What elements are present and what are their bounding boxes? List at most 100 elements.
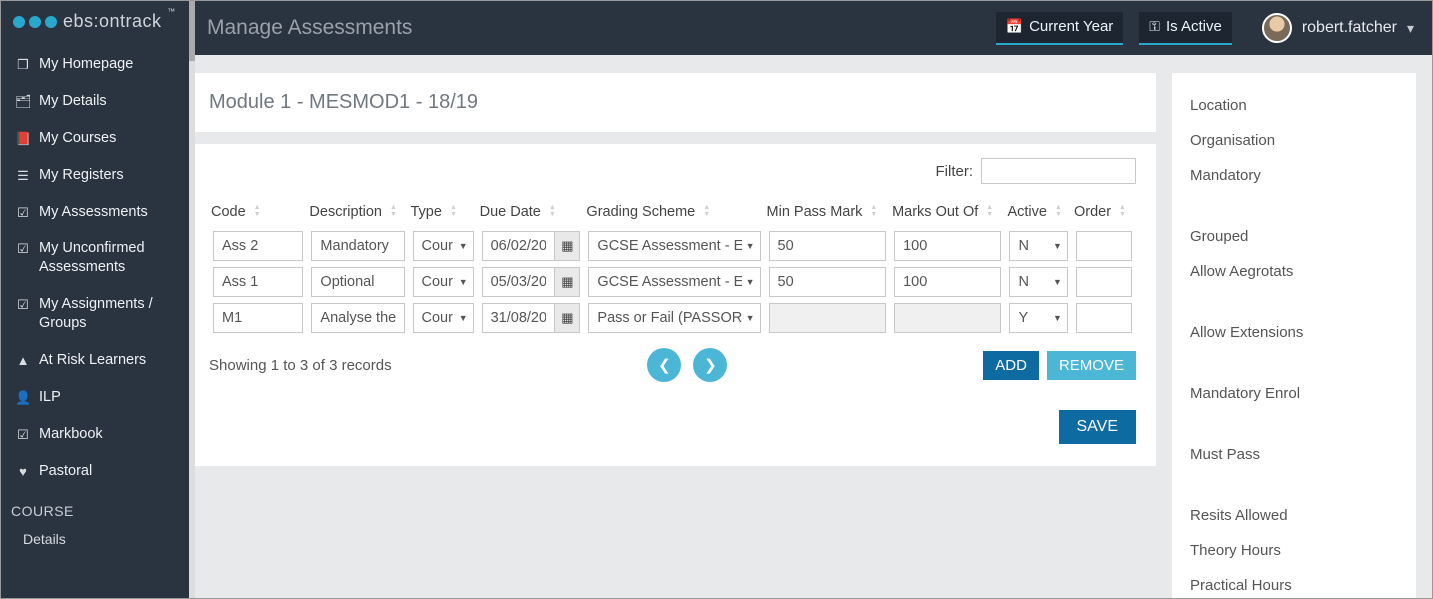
column-header[interactable]: Order [1072, 198, 1136, 228]
sidebar-item-4[interactable]: ☑My Assessments [1, 194, 189, 231]
cell-input[interactable] [311, 267, 404, 297]
cell-select[interactable] [588, 303, 760, 333]
right-panel-item[interactable]: Must Pass [1190, 440, 1398, 469]
cell-input[interactable] [894, 231, 1001, 261]
sidebar-item-9[interactable]: ☑ Markbook [1, 416, 189, 453]
cell-select[interactable] [1009, 267, 1067, 297]
add-button[interactable]: ADD [983, 351, 1039, 380]
sidebar-item-label: My Details [39, 92, 107, 111]
right-panel-item[interactable]: Location [1190, 91, 1398, 120]
sidebar-item-label: ILP [39, 388, 61, 407]
column-header[interactable]: Min Pass Mark [765, 198, 891, 228]
cell-input[interactable] [894, 267, 1001, 297]
right-panel-item[interactable]: Organisation [1190, 126, 1398, 155]
nav-icon: ☑ [15, 427, 31, 444]
cell-input[interactable] [311, 231, 404, 261]
sidebar-item-2[interactable]: 📕My Courses [1, 120, 189, 157]
module-header-panel: Module 1 - MESMOD1 - 18/19 [189, 73, 1156, 132]
current-year-pill[interactable]: 📅Current Year [996, 12, 1124, 45]
right-panel-item[interactable]: Mandatory [1190, 161, 1398, 190]
cell-input[interactable] [213, 303, 303, 333]
sidebar-item-label: My Assessments [39, 203, 148, 222]
sidebar-item-label: My Registers [39, 166, 124, 185]
module-title: Module 1 - MESMOD1 - 18/19 [189, 73, 1156, 132]
sort-icon [703, 204, 711, 218]
pager-prev-button[interactable]: ❮ [647, 348, 681, 382]
nav-icon: ▲ [15, 353, 31, 370]
right-panel: Location Organisation Mandatory Grouped Allo… [1172, 73, 1416, 598]
nav-icon: ☰ [15, 168, 31, 185]
column-header[interactable]: Type [409, 198, 478, 228]
cell-select[interactable] [413, 303, 474, 333]
sidebar-sub-item[interactable]: Details [1, 525, 189, 553]
sort-icon [1055, 204, 1063, 218]
right-panel-item[interactable]: Allow Aegrotats [1190, 257, 1398, 286]
topbar: Manage Assessments 📅Current Year ⚿Is Act… [189, 1, 1432, 55]
cell-input[interactable] [311, 303, 404, 333]
sidebar-scrollbar[interactable] [189, 1, 195, 598]
assessments-table: CodeDescriptionTypeDue DateGrading Schem… [209, 198, 1136, 336]
sidebar-item-8[interactable]: 👤 ILP [1, 379, 189, 416]
cell-input[interactable] [1076, 267, 1132, 297]
right-panel-item[interactable]: Theory Hours [1190, 536, 1398, 565]
sort-icon [450, 204, 458, 218]
calendar-icon[interactable]: ▦ [554, 231, 580, 261]
right-panel-item[interactable]: Grouped [1190, 222, 1398, 251]
nav-icon: ❒ [15, 57, 31, 74]
cell-select[interactable] [588, 231, 760, 261]
filter-input[interactable] [981, 158, 1136, 184]
right-panel-item[interactable]: Mandatory Enrol [1190, 379, 1398, 408]
key-icon: ⚿ [1149, 18, 1160, 35]
right-panel-item[interactable]: Resits Allowed [1190, 501, 1398, 530]
date-input[interactable] [482, 231, 555, 261]
column-header[interactable]: Description [307, 198, 408, 228]
sidebar-item-label: My Homepage [39, 55, 133, 74]
nav-icon: 📕 [15, 131, 31, 148]
cell-input[interactable] [769, 231, 887, 261]
is-active-pill[interactable]: ⚿Is Active [1139, 12, 1232, 45]
column-header[interactable]: Code [209, 198, 307, 228]
column-header[interactable]: Active [1005, 198, 1071, 228]
cell-input[interactable] [1076, 231, 1132, 261]
column-header[interactable]: Grading Scheme [584, 198, 764, 228]
save-button[interactable]: SAVE [1059, 410, 1137, 444]
sidebar-item-10[interactable]: ♥Pastoral [1, 453, 189, 490]
column-header[interactable]: Due Date [478, 198, 585, 228]
sort-icon [549, 204, 557, 218]
sidebar-item-5[interactable]: ☑My Unconfirmed Assessments [1, 230, 189, 286]
remove-button[interactable]: REMOVE [1047, 351, 1136, 380]
sidebar-item-label: Markbook [39, 425, 103, 444]
table-row: ▦ [209, 264, 1136, 300]
calendar-icon[interactable]: ▦ [554, 267, 580, 297]
sidebar-item-1[interactable]: 🗂 My Details [1, 83, 189, 120]
column-header[interactable]: Marks Out Of [890, 198, 1005, 228]
sidebar-item-0[interactable]: ❒ My Homepage [1, 46, 189, 83]
nav-icon: 🗂 [15, 94, 31, 111]
right-panel-item[interactable]: Allow Extensions [1190, 318, 1398, 347]
nav-icon: 👤 [15, 390, 31, 407]
date-input[interactable] [482, 303, 555, 333]
table-row: ▦ [209, 300, 1136, 336]
sidebar-item-label: Pastoral [39, 462, 92, 481]
sidebar-item-3[interactable]: ☰ My Registers [1, 157, 189, 194]
pager-next-button[interactable]: ❯ [693, 348, 727, 382]
sidebar-item-6[interactable]: ☑My Assignments / Groups [1, 286, 189, 342]
cell-input[interactable] [769, 267, 887, 297]
calendar-icon[interactable]: ▦ [554, 303, 580, 333]
date-input[interactable] [482, 267, 555, 297]
cell-select[interactable] [1009, 231, 1067, 261]
sidebar-item-7[interactable]: ▲ At Risk Learners [1, 342, 189, 379]
user-menu[interactable]: robert.fatcher ▾ [1262, 13, 1414, 43]
username: robert.fatcher [1302, 19, 1397, 37]
cell-input [769, 303, 887, 333]
cell-select[interactable] [413, 267, 474, 297]
cell-input[interactable] [213, 231, 303, 261]
cell-select[interactable] [1009, 303, 1067, 333]
cell-select[interactable] [588, 267, 760, 297]
right-panel-item[interactable]: Practical Hours [1190, 571, 1398, 598]
sidebar-item-label: At Risk Learners [39, 351, 146, 370]
cell-input[interactable] [213, 267, 303, 297]
cell-select[interactable] [413, 231, 474, 261]
cell-input[interactable] [1076, 303, 1132, 333]
filter-label: Filter: [936, 163, 974, 180]
